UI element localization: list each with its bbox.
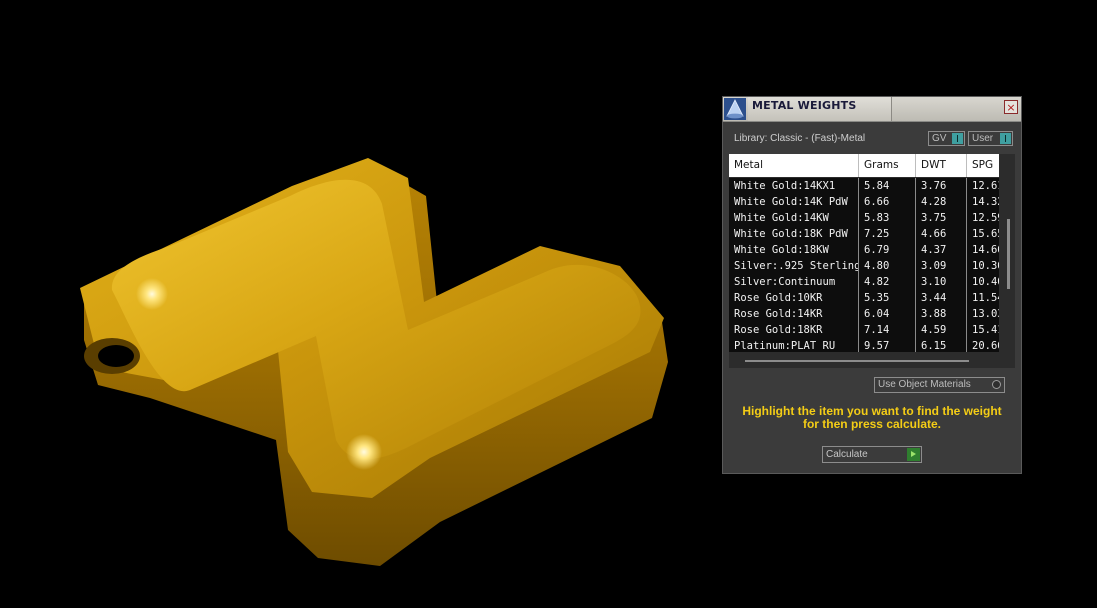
cell-grams: 9.57: [858, 338, 915, 352]
cell-grams: 7.25: [858, 226, 915, 242]
cell-dwt: 6.15: [915, 338, 966, 352]
metal-cone-icon: [724, 98, 746, 120]
cell-metal: White Gold:18K PdW: [734, 228, 848, 240]
cell-metal: Silver:.925 Sterling: [734, 260, 858, 272]
table-row[interactable]: Rose Gold:18KR 7.14 4.59 15.41: [729, 322, 999, 338]
cell-grams: 4.80: [858, 258, 915, 274]
play-arrow-icon: [907, 448, 920, 461]
cell-dwt: 3.10: [915, 274, 966, 290]
cell-grams: 6.04: [858, 306, 915, 322]
table-body: White Gold:14KX1 5.84 3.76 12.61 White G…: [729, 178, 999, 352]
table-row[interactable]: White Gold:18KW 6.79 4.37 14.66: [729, 242, 999, 258]
horizontal-scrollbar[interactable]: [745, 360, 969, 362]
cell-metal: White Gold:14KW: [734, 212, 829, 224]
column-header-dwt[interactable]: DWT: [915, 154, 966, 177]
cell-grams: 5.35: [858, 290, 915, 306]
cell-metal: White Gold:18KW: [734, 244, 829, 256]
calculate-label: Calculate: [826, 449, 868, 460]
cell-spg: 12.59: [966, 210, 999, 226]
3d-viewport[interactable]: [0, 0, 700, 604]
cell-dwt: 3.44: [915, 290, 966, 306]
table-row[interactable]: Rose Gold:10KR 5.35 3.44 11.54: [729, 290, 999, 306]
vertical-scrollbar[interactable]: [1007, 219, 1010, 289]
column-header-spg[interactable]: SPG: [966, 154, 999, 177]
cell-spg: 20.66: [966, 338, 999, 352]
cell-metal: Rose Gold:18KR: [734, 324, 823, 336]
cell-grams: 5.84: [858, 178, 915, 194]
table-header: Metal Grams DWT SPG: [729, 154, 999, 177]
cell-metal: White Gold:14KX1: [734, 180, 836, 192]
panel-title: METAL WEIGHTS: [752, 99, 857, 112]
cell-dwt: 3.09: [915, 258, 966, 274]
table-row[interactable]: White Gold:18K PdW 7.25 4.66 15.65: [729, 226, 999, 242]
cell-spg: 14.66: [966, 242, 999, 258]
close-button[interactable]: ×: [1004, 100, 1018, 114]
cell-dwt: 3.75: [915, 210, 966, 226]
cell-dwt: 4.28: [915, 194, 966, 210]
cell-dwt: 4.59: [915, 322, 966, 338]
cell-metal: Platinum:PLAT RU: [734, 340, 836, 352]
column-header-grams[interactable]: Grams: [858, 154, 915, 177]
table-row[interactable]: Silver:.925 Sterling 4.80 3.09 10.36: [729, 258, 999, 274]
gv-toggle-label: GV: [932, 133, 947, 144]
cell-metal: White Gold:14K PdW: [734, 196, 848, 208]
metal-weights-panel: METAL WEIGHTS × Library: Classic - (Fast…: [722, 96, 1022, 474]
cell-spg: 15.41: [966, 322, 999, 338]
cell-spg: 11.54: [966, 290, 999, 306]
gold-z-pendant-model: [80, 158, 668, 566]
metal-table: Metal Grams DWT SPG White Gold:14KX1 5.8…: [729, 154, 999, 352]
calculate-button[interactable]: Calculate: [822, 446, 922, 463]
metal-table-frame: Metal Grams DWT SPG White Gold:14KX1 5.8…: [729, 154, 1015, 368]
cell-spg: 10.40: [966, 274, 999, 290]
table-row[interactable]: White Gold:14K PdW 6.66 4.28 14.32: [729, 194, 999, 210]
column-header-metal[interactable]: Metal: [729, 154, 858, 177]
cell-spg: 14.32: [966, 194, 999, 210]
panel-title-tab: METAL WEIGHTS: [748, 97, 892, 121]
use-object-materials-option[interactable]: Use Object Materials: [874, 377, 1005, 393]
cell-metal: Rose Gold:14KR: [734, 308, 823, 320]
cell-grams: 7.14: [858, 322, 915, 338]
table-row[interactable]: White Gold:14KW 5.83 3.75 12.59: [729, 210, 999, 226]
gv-toggle[interactable]: GV: [928, 131, 965, 146]
cell-dwt: 3.76: [915, 178, 966, 194]
user-toggle-label: User: [972, 133, 994, 144]
cell-grams: 5.83: [858, 210, 915, 226]
table-row[interactable]: White Gold:14KX1 5.84 3.76 12.61: [729, 178, 999, 194]
library-label: Library: Classic - (Fast)-Metal: [734, 133, 866, 144]
radio-button-icon[interactable]: [992, 380, 1001, 389]
cell-metal: Rose Gold:10KR: [734, 292, 823, 304]
cell-spg: 13.03: [966, 306, 999, 322]
table-row[interactable]: Platinum:PLAT RU 9.57 6.15 20.66: [729, 338, 999, 352]
toggle-switch-icon: [1000, 133, 1011, 144]
table-row[interactable]: Silver:Continuum 4.82 3.10 10.40: [729, 274, 999, 290]
toggle-switch-icon: [952, 133, 963, 144]
cell-dwt: 4.37: [915, 242, 966, 258]
cell-dwt: 4.66: [915, 226, 966, 242]
use-object-materials-label: Use Object Materials: [878, 379, 971, 390]
cell-spg: 10.36: [966, 258, 999, 274]
cell-grams: 6.66: [858, 194, 915, 210]
cell-metal: Silver:Continuum: [734, 276, 836, 288]
close-icon: ×: [1006, 100, 1016, 114]
cell-spg: 12.61: [966, 178, 999, 194]
instruction-text: Highlight the item you want to find the …: [733, 405, 1011, 431]
cell-grams: 4.82: [858, 274, 915, 290]
instruction-line-2: for then press calculate.: [802, 417, 942, 431]
cell-grams: 6.79: [858, 242, 915, 258]
panel-title-bar[interactable]: METAL WEIGHTS ×: [723, 97, 1021, 122]
cell-spg: 15.65: [966, 226, 999, 242]
cell-dwt: 3.88: [915, 306, 966, 322]
table-row[interactable]: Rose Gold:14KR 6.04 3.88 13.03: [729, 306, 999, 322]
user-toggle[interactable]: User: [968, 131, 1013, 146]
